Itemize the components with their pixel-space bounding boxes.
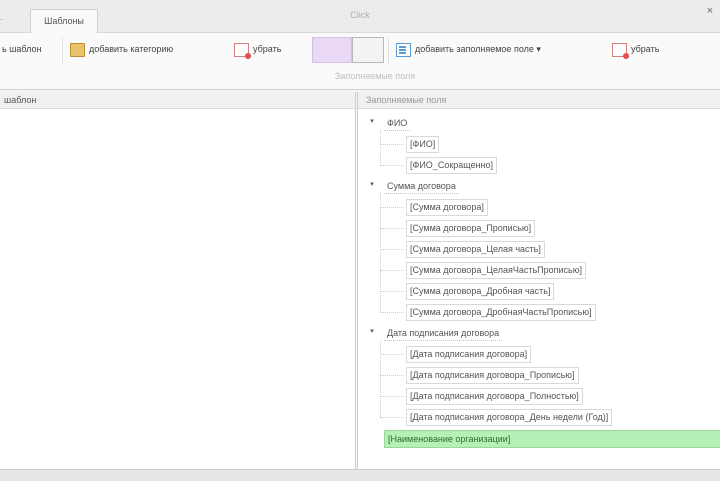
tree-group-label[interactable]: ФИО	[384, 116, 411, 131]
tree-item-selected[interactable]: [Наименование организации]	[358, 428, 720, 449]
tree-item-label[interactable]: [Сумма договора_ДробнаяЧастьПрописью]	[406, 304, 596, 321]
add-category-button[interactable]: добавить категорию	[70, 39, 173, 59]
fields-icon	[396, 42, 411, 57]
tree-connector	[380, 144, 404, 145]
fields-panel-header: Заполняемые поля	[358, 92, 720, 109]
tree-item[interactable]: [ФИО_Сокращенно]	[358, 155, 720, 176]
remove-field-label: убрать	[631, 44, 660, 54]
tree-connector	[380, 165, 404, 166]
color-swatch-secondary[interactable]	[352, 37, 384, 63]
tree-item[interactable]: [Сумма договора_Дробная часть]	[358, 281, 720, 302]
remove-icon	[234, 42, 251, 59]
tree-connector	[380, 396, 404, 397]
tree-connector	[380, 291, 404, 292]
tree-item-label[interactable]: [Дата подписания договора_Полностью]	[406, 388, 583, 405]
tree-item[interactable]: [Дата подписания договора_Прописью]	[358, 365, 720, 386]
tree-item-label[interactable]: [Сумма договора_ЦелаяЧастьПрописью]	[406, 262, 586, 279]
tree-group-label[interactable]: Сумма договора	[384, 179, 459, 194]
fields-tree: ▾ ФИО [ФИО] [ФИО_Сокращенно] ▾ Сумма договора…	[358, 109, 720, 449]
ribbon-separator	[388, 37, 389, 65]
remove-icon	[612, 42, 629, 59]
tree-item[interactable]: [Дата подписания договора]	[358, 344, 720, 365]
tree-item[interactable]: [Сумма договора_ДробнаяЧастьПрописью]	[358, 302, 720, 323]
chevron-down-icon: ▾	[536, 44, 541, 54]
add-field-label: добавить заполняемое поле	[415, 44, 534, 54]
template-panel-header: шаблон	[0, 92, 355, 109]
template-editor-area[interactable]	[0, 109, 355, 469]
chevron-down-icon[interactable]: ▾	[368, 180, 376, 188]
tree-item[interactable]: [Сумма договора_ЦелаяЧастьПрописью]	[358, 260, 720, 281]
tree-item[interactable]: [Дата подписания договора_День недели (Г…	[358, 407, 720, 428]
create-template-label: ь шаблон	[2, 44, 42, 54]
tree-item[interactable]: [ФИО]	[358, 134, 720, 155]
remove-category-button[interactable]: убрать	[234, 39, 281, 59]
tree-item[interactable]: [Сумма договора]	[358, 197, 720, 218]
tree-item-label[interactable]: [Наименование организации]	[384, 430, 720, 448]
tree-connector	[380, 270, 404, 271]
status-bar	[0, 469, 720, 481]
create-template-button[interactable]: ь шаблон	[2, 39, 42, 59]
tree-connector	[380, 375, 404, 376]
tree-item-label[interactable]: [Сумма договора_Целая часть]	[406, 241, 545, 258]
tree-group-label[interactable]: Дата подписания договора	[384, 326, 503, 341]
tree-item-label[interactable]: [Сумма договора_Дробная часть]	[406, 283, 555, 300]
add-category-label: добавить категорию	[89, 44, 174, 54]
tree-item[interactable]: [Сумма договора_Целая часть]	[358, 239, 720, 260]
tree-item-label[interactable]: [Сумма договора_Прописью]	[406, 220, 536, 237]
chevron-down-icon[interactable]: ▾	[368, 117, 376, 125]
tree-connector	[380, 207, 404, 208]
add-field-button[interactable]: добавить заполняемое поле ▾	[396, 39, 541, 59]
tree-connector	[380, 312, 404, 313]
tree-item-label[interactable]: [Сумма договора]	[406, 199, 488, 216]
close-icon[interactable]: ×	[700, 0, 720, 22]
tree-connector	[380, 249, 404, 250]
tree-connector	[380, 354, 404, 355]
tree-item-label[interactable]: [ФИО_Сокращенно]	[406, 157, 498, 174]
tree-item-label[interactable]: [ФИО]	[406, 136, 440, 153]
ribbon-separator	[62, 37, 63, 65]
tree-connector	[380, 417, 404, 418]
tree-connector	[380, 228, 404, 229]
chevron-down-icon[interactable]: ▾	[368, 327, 376, 335]
remove-category-label: убрать	[253, 44, 282, 54]
window-title: Click	[350, 10, 370, 20]
tree-item-label[interactable]: [Дата подписания договора_День недели (Г…	[406, 409, 613, 426]
tree-group[interactable]: ▾ Сумма договора	[358, 176, 720, 312]
tree-item[interactable]: [Сумма договора_Прописью]	[358, 218, 720, 239]
tree-item-label[interactable]: [Дата подписания договора_Прописью]	[406, 367, 579, 384]
remove-field-button[interactable]: убрать	[612, 39, 659, 59]
template-panel: шаблон	[0, 92, 356, 469]
color-swatch-primary[interactable]	[312, 37, 352, 63]
fields-panel: Заполняемые поля ▾ ФИО [ФИО] [ФИО_Сокращенн…	[357, 92, 720, 469]
title-bar: · Шаблоны Click ×	[0, 0, 720, 34]
folder-icon	[70, 42, 85, 57]
tree-item[interactable]: [Дата подписания договора_Полностью]	[358, 386, 720, 407]
tree-group[interactable]: ▾ ФИО	[358, 113, 720, 165]
ribbon-group-label: Заполняемые поля	[334, 71, 416, 81]
tree-item-label[interactable]: [Дата подписания договора]	[406, 346, 532, 363]
tree-group[interactable]: ▾ Дата подписания договора	[358, 323, 720, 417]
